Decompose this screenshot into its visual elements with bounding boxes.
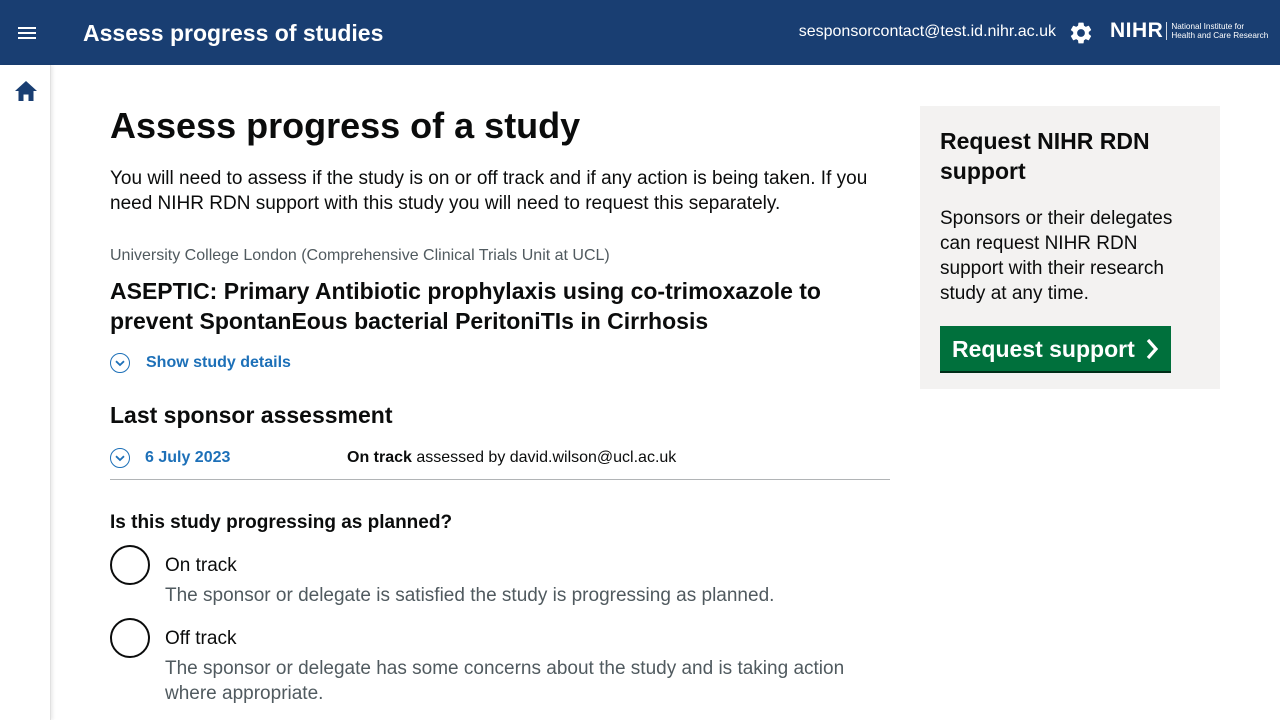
request-support-button[interactable]: Request support — [940, 326, 1171, 371]
home-button[interactable] — [14, 80, 38, 102]
progress-question: Is this study progressing as planned? — [110, 512, 453, 533]
request-support-label: Request support — [952, 335, 1135, 362]
last-assessment-heading: Last sponsor assessment — [110, 402, 393, 428]
header-bar: Assess progress of studies sesponsorcont… — [0, 0, 1280, 65]
sidebar — [0, 65, 51, 720]
assessment-date: 6 July 2023 — [145, 449, 231, 466]
last-assessment-row: 6 July 2023 On track assessed by david.w… — [110, 445, 890, 480]
page-title: Assess progress of a study — [110, 105, 581, 146]
support-panel-title: Request NIHR RDN support — [940, 128, 1150, 184]
assessment-status: On track assessed by david.wilson@ucl.ac… — [347, 448, 676, 468]
radio-off-track-hint: The sponsor or delegate has some concern… — [165, 658, 845, 704]
organisation-name: University College London (Comprehensive… — [110, 247, 610, 264]
support-panel: Request NIHR RDN support Sponsors or the… — [920, 106, 1220, 389]
show-study-details-toggle[interactable]: Show study details — [110, 352, 291, 374]
home-icon — [15, 81, 37, 101]
study-title: ASEPTIC: Primary Antibiotic prophylaxis … — [110, 278, 821, 334]
nihr-logo[interactable]: NIHR National Institute for Health and C… — [1110, 19, 1270, 43]
menu-icon — [18, 26, 36, 39]
chevron-right-icon — [1145, 338, 1159, 360]
radio-on-track-hint: The sponsor or delegate is satisfied the… — [165, 585, 775, 606]
radio-on-track-label[interactable]: On track — [165, 554, 237, 578]
logo-text-line1: National Institute for — [1171, 22, 1245, 31]
radio-on-track-circle[interactable] — [110, 545, 150, 585]
chevron-down-icon — [110, 448, 130, 468]
logo-divider — [1166, 22, 1168, 40]
chevron-down-icon — [110, 353, 130, 373]
settings-button[interactable] — [1068, 20, 1094, 46]
gear-icon — [1070, 22, 1092, 44]
logo-text: National Institute for Health and Care R… — [1171, 22, 1268, 40]
app-title: Assess progress of studies — [83, 20, 384, 46]
user-email: sesponsorcontact@test.id.nihr.ac.uk — [798, 23, 1056, 40]
logo-mark: NIHR — [1110, 19, 1164, 42]
support-panel-body: Sponsors or their delegates can request … — [940, 208, 1173, 304]
assessment-status-value: On track — [347, 449, 412, 466]
menu-button[interactable] — [0, 0, 54, 65]
radio-off-track-circle[interactable] — [110, 618, 150, 658]
logo-text-line2: Health and Care Research — [1171, 31, 1269, 40]
assessment-assessed-by: assessed by david.wilson@ucl.ac.uk — [416, 449, 677, 466]
assessment-date-toggle[interactable]: 6 July 2023 — [110, 447, 230, 469]
intro-text: You will need to assess if the study is … — [110, 168, 868, 214]
show-study-details-label: Show study details — [146, 354, 291, 371]
radio-off-track-label[interactable]: Off track — [165, 627, 236, 651]
